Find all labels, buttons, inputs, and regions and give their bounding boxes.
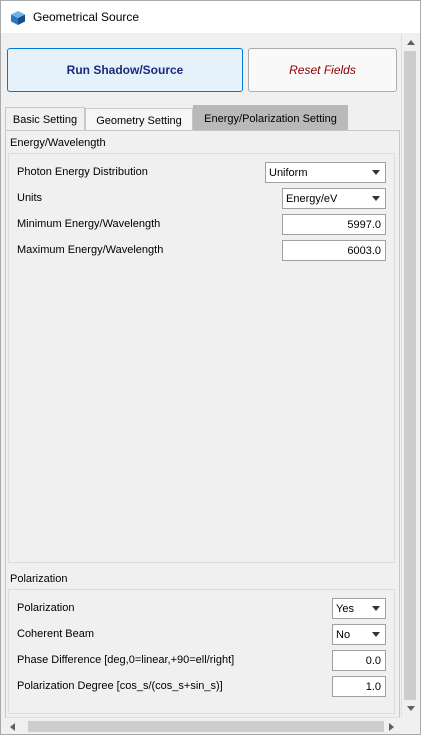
main-content: Run Shadow/Source Reset Fields Basic Set…: [4, 34, 400, 717]
run-shadow-source-button[interactable]: Run Shadow/Source: [7, 48, 243, 92]
arrow-up-icon: [406, 40, 415, 45]
min-energy-label: Minimum Energy/Wavelength: [17, 218, 161, 230]
horizontal-scrollbar[interactable]: [4, 717, 400, 734]
max-energy-input[interactable]: 6003.0: [282, 240, 386, 261]
chevron-down-icon: [372, 606, 380, 611]
tab-basic-setting[interactable]: Basic Setting: [5, 107, 85, 131]
window: Geometrical Source Run Shadow/Source Res…: [0, 0, 421, 735]
window-title: Geometrical Source: [33, 10, 140, 24]
scrollbar-corner: [401, 717, 418, 734]
vertical-scroll-thumb[interactable]: [404, 51, 416, 700]
title-bar: Geometrical Source: [1, 1, 420, 33]
arrow-left-icon: [10, 722, 15, 731]
phase-difference-input[interactable]: 0.0: [332, 650, 386, 671]
reset-fields-button[interactable]: Reset Fields: [248, 48, 397, 92]
scroll-up-button[interactable]: [402, 34, 419, 51]
polarization-label: Polarization: [17, 602, 75, 614]
units-value: Energy/eV: [286, 192, 338, 205]
cube-icon: [11, 11, 25, 25]
horizontal-scroll-thumb[interactable]: [28, 721, 384, 732]
chevron-down-icon: [372, 170, 380, 175]
scroll-left-button[interactable]: [4, 718, 21, 735]
polarization-degree-input[interactable]: 1.0: [332, 676, 386, 697]
polarization-value: Yes: [336, 602, 354, 615]
energy-group: Photon Energy Distribution Uniform Units…: [8, 153, 395, 563]
polarization-degree-label: Polarization Degree [cos_s/(cos_s+sin_s)…: [17, 680, 223, 692]
polarization-select[interactable]: Yes: [332, 598, 386, 619]
coherent-beam-select[interactable]: No: [332, 624, 386, 645]
scroll-right-button[interactable]: [383, 718, 400, 735]
coherent-beam-label: Coherent Beam: [17, 628, 95, 640]
chevron-down-icon: [372, 196, 380, 201]
arrow-down-icon: [406, 706, 415, 711]
coherent-beam-value: No: [336, 628, 351, 641]
phase-difference-label: Phase Difference [deg,0=linear,+90=ell/r…: [17, 654, 235, 666]
scroll-down-button[interactable]: [402, 700, 419, 717]
min-energy-input[interactable]: 5997.0: [282, 214, 386, 235]
chevron-down-icon: [372, 632, 380, 637]
units-select[interactable]: Energy/eV: [282, 188, 386, 209]
tab-energy-polarization-setting[interactable]: Energy/Polarization Setting: [193, 105, 348, 131]
arrow-right-icon: [389, 722, 394, 731]
max-energy-label: Maximum Energy/Wavelength: [17, 244, 164, 256]
units-label: Units: [17, 192, 43, 204]
vertical-scrollbar[interactable]: [401, 34, 418, 717]
tab-geometry-setting[interactable]: Geometry Setting: [85, 108, 193, 132]
photon-distribution-value: Uniform: [269, 166, 308, 179]
polarization-group: Polarization Yes Coherent Beam No Phase …: [8, 589, 395, 714]
photon-distribution-label: Photon Energy Distribution: [17, 166, 148, 178]
polarization-section-title: Polarization: [10, 573, 68, 585]
tab-panel: Energy/Wavelength Photon Energy Distribu…: [5, 130, 400, 717]
energy-section-title: Energy/Wavelength: [10, 137, 106, 149]
photon-distribution-select[interactable]: Uniform: [265, 162, 386, 183]
